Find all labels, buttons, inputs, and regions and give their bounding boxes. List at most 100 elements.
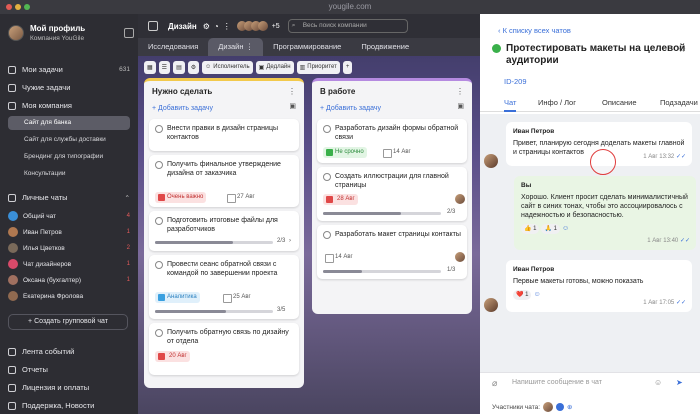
task-card[interactable]: Разработать макет страницы контакты 14 А… <box>317 225 467 279</box>
add-reaction-icon[interactable]: ☺ <box>533 291 540 298</box>
chat-message[interactable]: Вы Хорошо. Клиент просит сделать минимал… <box>514 176 696 250</box>
add-task-button[interactable]: + Добавить задачу <box>144 103 304 117</box>
task-card[interactable]: Получить финальное утверждение дизайна о… <box>149 155 299 207</box>
checkbox[interactable] <box>155 161 163 169</box>
tab-promotion[interactable]: Продвижение <box>351 38 419 56</box>
add-participant-icon[interactable]: ⊕ <box>567 403 572 411</box>
task-id: ID-209 <box>504 77 527 86</box>
view-table-icon[interactable]: ▤ <box>173 60 185 74</box>
add-filter-button[interactable]: + <box>342 60 353 74</box>
settings-icon[interactable]: ⚙ <box>203 22 210 31</box>
tab-description[interactable]: Описание <box>602 94 637 112</box>
more-icon[interactable]: ⋮ <box>223 22 231 31</box>
checkbox[interactable] <box>155 217 163 225</box>
profile[interactable]: Мой профиль Компания YouGile <box>8 24 85 42</box>
reaction[interactable]: 🙏 1 <box>541 224 560 234</box>
chat-item[interactable]: Чат дизайнеров 1 <box>8 257 130 271</box>
sidebar-item-reports[interactable]: Отчеты <box>8 362 130 377</box>
back-to-chats-link[interactable]: ‹ К списку всех чатов <box>498 26 571 35</box>
more-icon[interactable]: ⋮ <box>246 42 254 51</box>
task-card[interactable]: Подготовить итоговые файлы для разработч… <box>149 211 299 251</box>
assignee-avatar[interactable] <box>455 194 465 204</box>
priority-tag: Не срочно <box>323 147 367 158</box>
sidebar-item-license[interactable]: Лицензия и оплаты <box>8 380 130 395</box>
task-card[interactable]: Получить обратную связь по дизайну от от… <box>149 323 299 375</box>
project-consulting[interactable]: Консультации <box>8 167 130 181</box>
chat-item[interactable]: Оксана (бухгалтер) 1 <box>8 273 130 287</box>
qr-icon[interactable]: ▣ <box>289 102 296 110</box>
tab-info-log[interactable]: Инфо / Лог <box>538 94 576 112</box>
member-avatars[interactable] <box>236 21 268 31</box>
reactions: 👍 1 🙏 1 ☺ <box>521 224 689 234</box>
task-card[interactable]: Провести сеанс обратной связи с командой… <box>149 255 299 319</box>
subtask-progress <box>155 310 273 313</box>
task-title: Получить финальное утверждение дизайна о… <box>167 161 281 177</box>
avatars-more[interactable]: +5 <box>272 23 280 30</box>
avatar[interactable] <box>556 403 565 411</box>
task-card[interactable]: Создать иллюстрации для главной страницы… <box>317 167 467 221</box>
view-list-icon[interactable]: ☰ <box>158 60 171 74</box>
more-icon[interactable]: ⋮ <box>288 87 296 96</box>
task-card[interactable]: Внести правки в дизайн страницы контакто… <box>149 119 299 151</box>
checkbox[interactable] <box>323 125 331 133</box>
project-bank-site[interactable]: Сайт для банка <box>8 116 130 130</box>
filter-priority[interactable]: ▥ Приоритет <box>296 60 340 74</box>
sender-avatar[interactable] <box>484 298 498 312</box>
personal-chats-header[interactable]: Личные чаты ⌃ <box>8 190 130 205</box>
message-input[interactable]: Напишите сообщение в чат <box>512 379 602 386</box>
emoji-icon[interactable]: ☺ <box>654 378 662 387</box>
sender-avatar[interactable] <box>484 154 498 168</box>
checkbox[interactable] <box>155 125 163 133</box>
tab-design[interactable]: Дизайн ⋮ <box>208 38 264 56</box>
task-title: Создать иллюстрации для главной страницы <box>335 173 449 189</box>
settings-icon[interactable]: ⚙ <box>187 60 200 74</box>
checkbox[interactable] <box>323 231 331 239</box>
bell-icon[interactable]: ◔ <box>214 22 219 31</box>
project-delivery-site[interactable]: Сайт для службы доставки <box>8 133 130 147</box>
sidebar-item-label: Мои задачи <box>22 65 63 74</box>
more-icon[interactable]: ⋮ <box>456 87 464 96</box>
status-check-icon[interactable] <box>492 44 501 53</box>
minimize-dot-icon[interactable] <box>15 4 21 10</box>
sidebar-item-others-tasks[interactable]: Чужие задачи <box>8 80 130 95</box>
tab-subtasks[interactable]: Подзадачи <box>660 94 698 112</box>
qr-icon[interactable]: ▣ <box>457 102 464 110</box>
tab-programming[interactable]: Программирование <box>263 38 351 56</box>
task-card[interactable]: Разработать дизайн формы обратной связи … <box>317 119 467 163</box>
project-branding[interactable]: Брендинг для типографии <box>8 150 130 164</box>
search-input[interactable]: ⌕ Весь поиск компании <box>287 19 408 33</box>
sidebar-item-my-company[interactable]: Моя компания <box>8 98 130 113</box>
assignee-avatar[interactable] <box>455 252 465 262</box>
checkbox[interactable] <box>155 261 163 269</box>
add-reaction-icon[interactable]: ☺ <box>562 225 569 232</box>
tab-research[interactable]: Исследования <box>138 38 208 56</box>
avatar[interactable] <box>543 402 554 412</box>
view-board-icon[interactable]: ▦ <box>144 60 156 74</box>
chat-item[interactable]: Общий чат 4 <box>8 209 130 223</box>
attach-icon[interactable]: ⌀ <box>492 378 497 389</box>
close-dot-icon[interactable] <box>6 4 12 10</box>
chevron-up-icon[interactable]: ⌃ <box>125 194 130 202</box>
panel-toggle-icon[interactable] <box>148 21 158 31</box>
star-icon[interactable]: ☆ <box>678 44 686 55</box>
maximize-dot-icon[interactable] <box>24 4 30 10</box>
create-group-chat-button[interactable]: + Создать групповой чат <box>8 314 128 330</box>
checkbox[interactable] <box>155 329 163 337</box>
chat-item[interactable]: Екатерина Фролова <box>8 289 130 303</box>
reaction[interactable]: ❤️ 1 <box>513 290 532 300</box>
filter-deadline[interactable]: ▣ Дедлайн <box>255 60 294 74</box>
chat-item[interactable]: Иван Петров 1 <box>8 225 130 239</box>
chevron-icon[interactable]: › <box>289 238 291 244</box>
sidebar-item-events[interactable]: Лента событий <box>8 344 130 359</box>
sidebar-item-support[interactable]: Поддержка, Новости <box>8 398 130 413</box>
chat-message[interactable]: Иван Петров Первые макеты готовы, можно … <box>506 260 692 312</box>
reaction[interactable]: 👍 1 <box>521 224 540 234</box>
sidebar-item-my-tasks[interactable]: Мои задачи 631 <box>8 62 130 77</box>
collapse-sidebar-icon[interactable] <box>124 28 134 38</box>
checkbox[interactable] <box>323 173 331 181</box>
chat-item[interactable]: Илья Цветков 2 <box>8 241 130 255</box>
add-task-button[interactable]: + Добавить задачу <box>312 103 472 117</box>
send-icon[interactable]: ➤ <box>676 378 683 387</box>
tab-chat[interactable]: Чат <box>504 94 517 112</box>
filter-assignee[interactable]: ☺ Исполнитель <box>202 60 253 74</box>
